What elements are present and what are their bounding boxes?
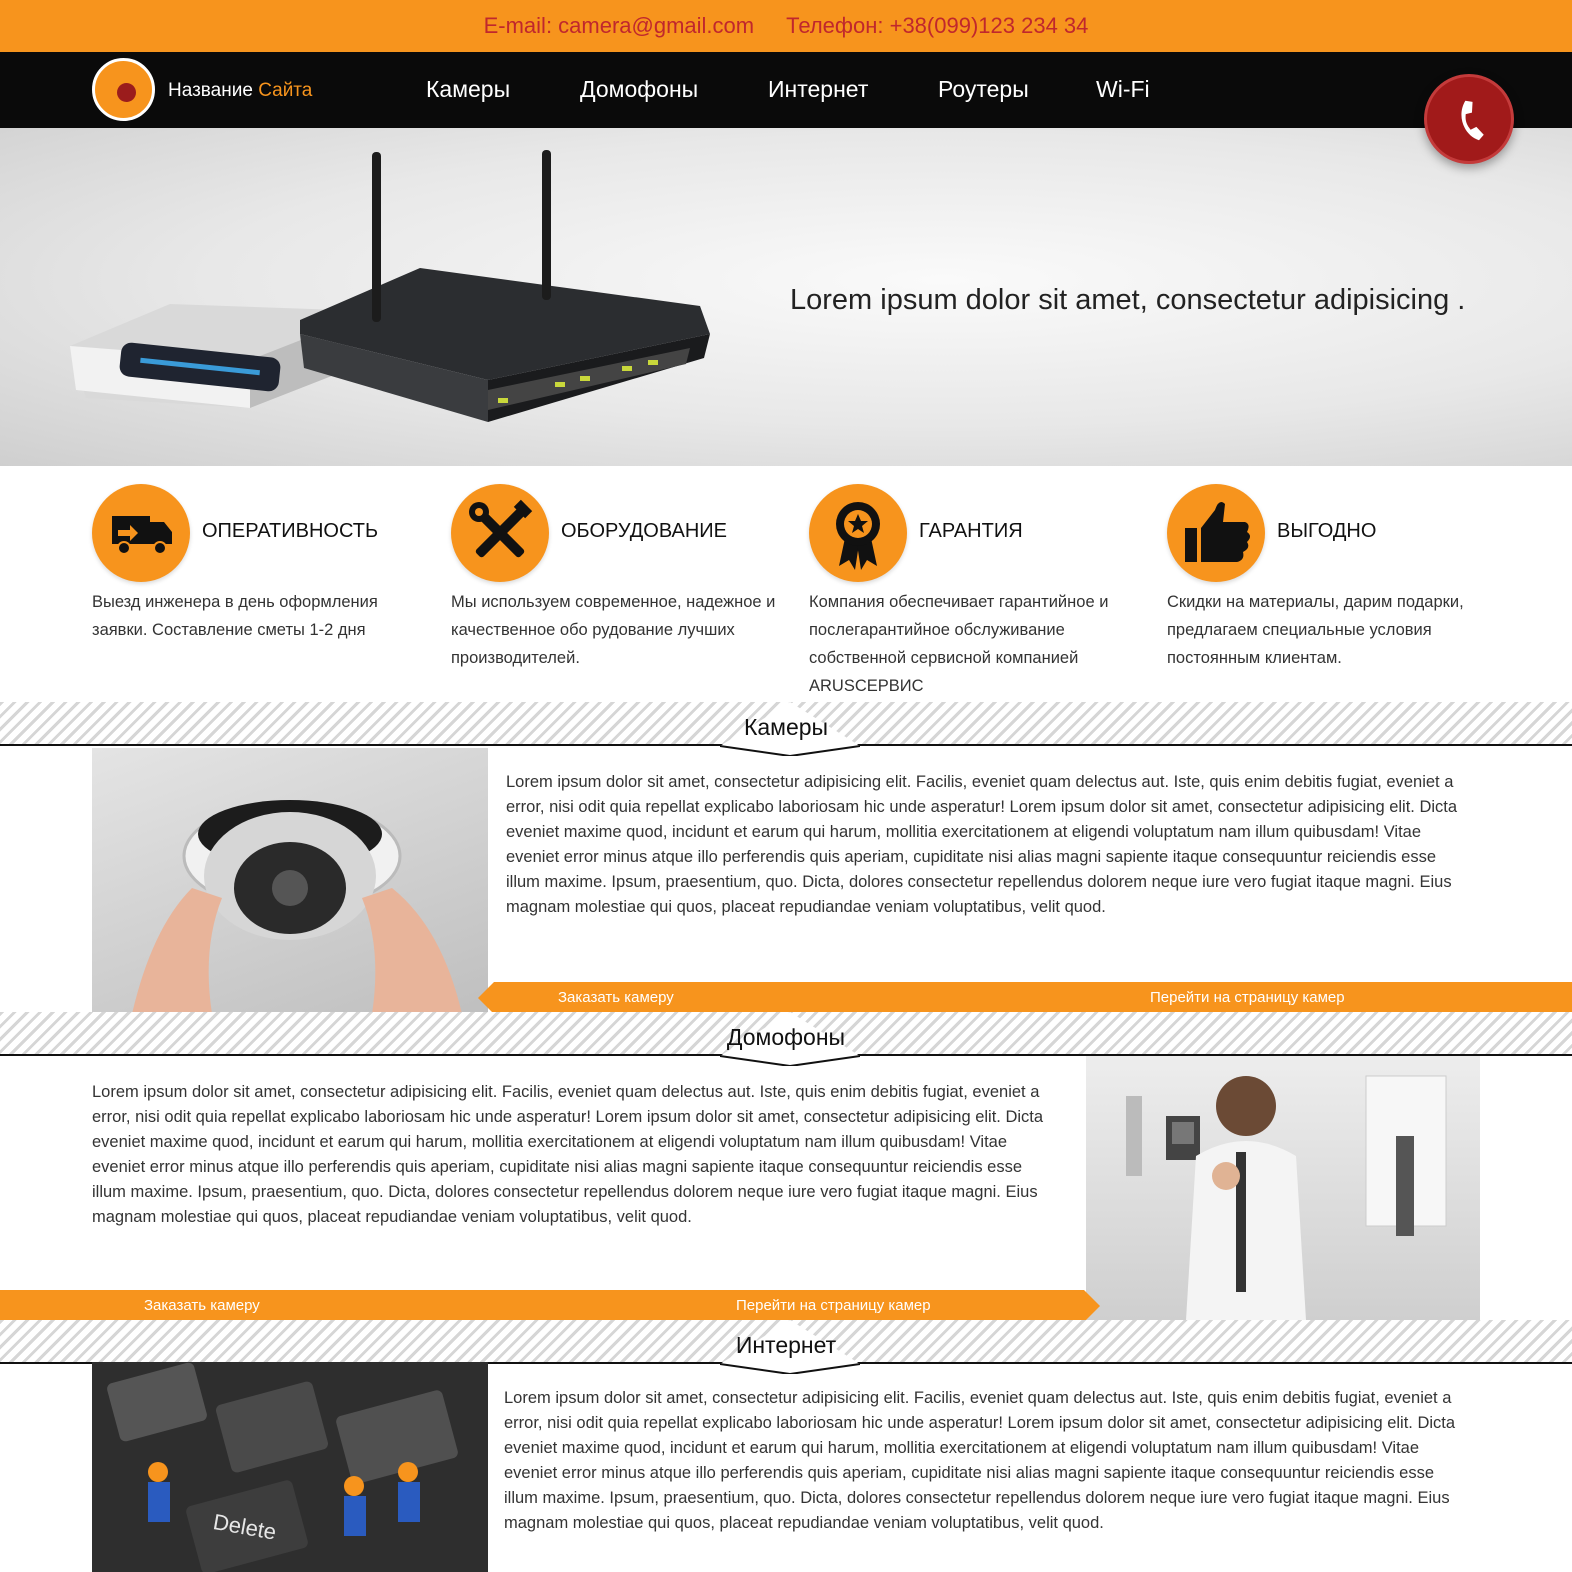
section-text-intercoms: Lorem ipsum dolor sit amet, consectetur … bbox=[92, 1083, 1044, 1226]
site-name-part1: Название bbox=[168, 80, 259, 101]
nav-item-wifi[interactable]: Wi-Fi bbox=[1096, 76, 1150, 103]
section-title-internet: Интернет bbox=[735, 1332, 837, 1358]
contact-phone[interactable]: Телефон: +38(099)123 234 34 bbox=[786, 13, 1088, 39]
site-name-part2: Сайта bbox=[258, 80, 313, 101]
feature-text: Мы используем современное, надежное и ка… bbox=[451, 593, 776, 667]
thumbs-up-icon bbox=[1167, 484, 1265, 582]
main-nav: Название Сайта Камеры Домофоны Интернет … bbox=[0, 52, 1572, 128]
tools-icon bbox=[451, 484, 549, 582]
intercoms-page-link[interactable]: Перейти на страницу камер bbox=[736, 1297, 931, 1314]
camera-photo bbox=[92, 748, 488, 1014]
cameras-action-bar: Заказать камеру Перейти на страницу каме… bbox=[478, 982, 1572, 1014]
nav-item-routers[interactable]: Роутеры bbox=[938, 76, 1029, 103]
phone-icon bbox=[1461, 100, 1484, 141]
internet-photo: Delete bbox=[92, 1362, 488, 1572]
feature-title: ОПЕРАТИВНОСТЬ bbox=[202, 520, 379, 542]
contact-bar: E-mail: camera@gmail.com Телефон: +38(09… bbox=[0, 0, 1572, 52]
feature-text: Выезд инженера в день оформления заявки.… bbox=[92, 593, 378, 639]
feature-title: ОБОРУДОВАНИЕ bbox=[561, 520, 727, 542]
hero-headline: Lorem ipsum dolor sit amet, consectetur … bbox=[790, 284, 1466, 316]
contact-email[interactable]: E-mail: camera@gmail.com bbox=[484, 13, 755, 39]
nav-item-cameras[interactable]: Камеры bbox=[426, 76, 510, 103]
logo-icon[interactable] bbox=[92, 58, 155, 121]
feature-text: Компания обеспечивает гарантийное и посл… bbox=[809, 593, 1109, 695]
intercom-photo bbox=[1086, 1056, 1480, 1320]
router-image bbox=[70, 150, 710, 422]
section-text-cameras: Lorem ipsum dolor sit amet, consectetur … bbox=[506, 773, 1458, 916]
section-title-cameras: Камеры bbox=[743, 714, 829, 740]
nav-item-intercoms[interactable]: Домофоны bbox=[580, 76, 698, 103]
nav-item-internet[interactable]: Интернет bbox=[768, 76, 868, 103]
cameras-page-link[interactable]: Перейти на страницу камер bbox=[1150, 989, 1345, 1006]
order-camera-button[interactable]: Заказать камеру bbox=[558, 989, 674, 1006]
order-intercom-button[interactable]: Заказать камеру bbox=[144, 1297, 260, 1314]
feature-text: Скидки на материалы, дарим подарки, пред… bbox=[1167, 593, 1464, 667]
feature-title: ГАРАНТИЯ bbox=[919, 520, 1023, 542]
section-text-internet: Lorem ipsum dolor sit amet, consectetur … bbox=[504, 1389, 1456, 1532]
award-icon bbox=[809, 484, 907, 582]
call-button[interactable] bbox=[1424, 74, 1514, 164]
hero-banner: Lorem ipsum dolor sit amet, consectetur … bbox=[0, 128, 1572, 466]
feature-title: ВЫГОДНО bbox=[1277, 520, 1377, 542]
site-name[interactable]: Название Сайта bbox=[168, 80, 312, 102]
section-title-intercoms: Домофоны bbox=[726, 1024, 846, 1050]
intercoms-action-bar: Заказать камеру Перейти на страницу каме… bbox=[0, 1290, 1100, 1322]
truck-icon bbox=[92, 484, 190, 582]
